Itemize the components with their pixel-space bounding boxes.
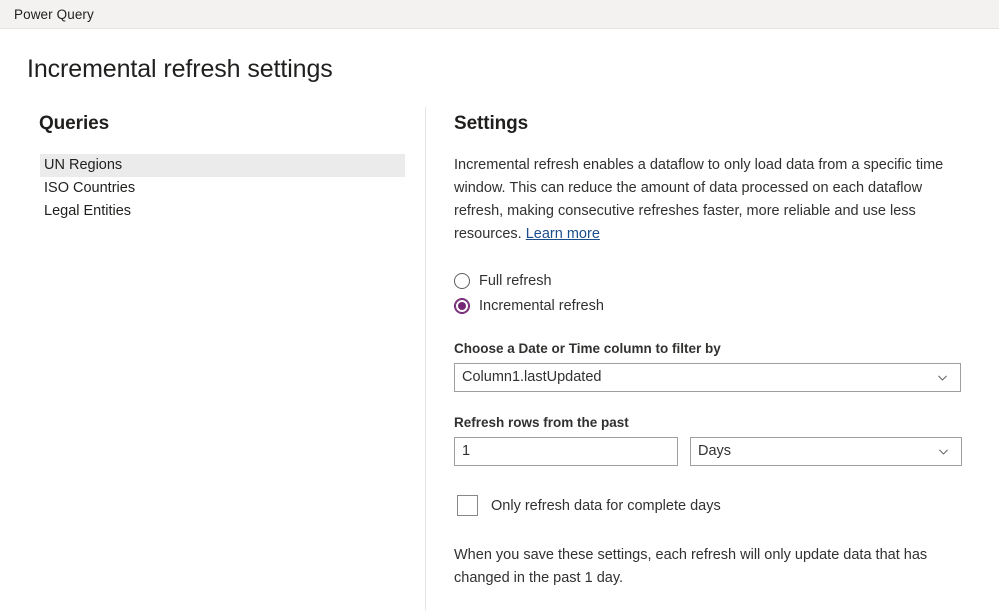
date-column-value: Column1.lastUpdated xyxy=(462,369,602,385)
settings-summary: When you save these settings, each refre… xyxy=(454,547,928,586)
radio-circle-icon xyxy=(454,272,470,289)
refresh-mode-radio-group: Full refresh Incremental refresh xyxy=(454,268,999,318)
queries-pane: Queries UN Regions ISO Countries Legal E… xyxy=(0,107,426,610)
radio-incremental-refresh-label: Incremental refresh xyxy=(479,297,604,314)
refresh-rows-field: Refresh rows from the past 1 Days xyxy=(454,415,999,466)
radio-full-refresh-label: Full refresh xyxy=(479,272,552,289)
settings-heading: Settings xyxy=(454,113,529,134)
date-column-row: Column1.lastUpdated xyxy=(454,363,999,392)
learn-more-link[interactable]: Learn more xyxy=(526,226,600,242)
refresh-rows-amount-value: 1 xyxy=(462,443,471,459)
refresh-rows-label: Refresh rows from the past xyxy=(454,415,629,430)
refresh-rows-unit-value: Days xyxy=(698,443,732,459)
radio-full-refresh[interactable]: Full refresh xyxy=(454,268,999,293)
refresh-rows-amount-input[interactable]: 1 xyxy=(454,437,678,466)
query-list-item-iso-countries[interactable]: ISO Countries xyxy=(40,177,405,200)
content-area: Queries UN Regions ISO Countries Legal E… xyxy=(0,107,999,610)
date-column-field: Choose a Date or Time column to filter b… xyxy=(454,341,999,392)
app-bar: Power Query xyxy=(0,0,999,29)
refresh-rows-unit-dropdown[interactable]: Days xyxy=(690,437,962,466)
app-title: Power Query xyxy=(14,6,94,22)
complete-days-label: Only refresh data for complete days xyxy=(491,497,721,514)
query-list-item-un-regions[interactable]: UN Regions xyxy=(40,154,405,177)
settings-description: Incremental refresh enables a dataflow t… xyxy=(454,154,954,246)
chevron-down-icon xyxy=(936,371,949,384)
chevron-down-icon xyxy=(937,445,950,458)
radio-incremental-refresh[interactable]: Incremental refresh xyxy=(454,293,999,318)
date-column-label: Choose a Date or Time column to filter b… xyxy=(454,341,721,356)
checkbox-unchecked-icon[interactable] xyxy=(457,495,478,516)
radio-circle-selected-icon xyxy=(454,297,470,314)
queries-heading: Queries xyxy=(39,113,110,134)
queries-list: UN Regions ISO Countries Legal Entities xyxy=(40,154,405,223)
refresh-rows-row: 1 Days xyxy=(454,437,999,466)
settings-pane: Settings Incremental refresh enables a d… xyxy=(426,107,999,610)
page-title: Incremental refresh settings xyxy=(27,55,333,83)
query-list-item-legal-entities[interactable]: Legal Entities xyxy=(40,200,405,223)
date-column-dropdown[interactable]: Column1.lastUpdated xyxy=(454,363,961,392)
complete-days-checkbox-row[interactable]: Only refresh data for complete days xyxy=(454,495,999,516)
